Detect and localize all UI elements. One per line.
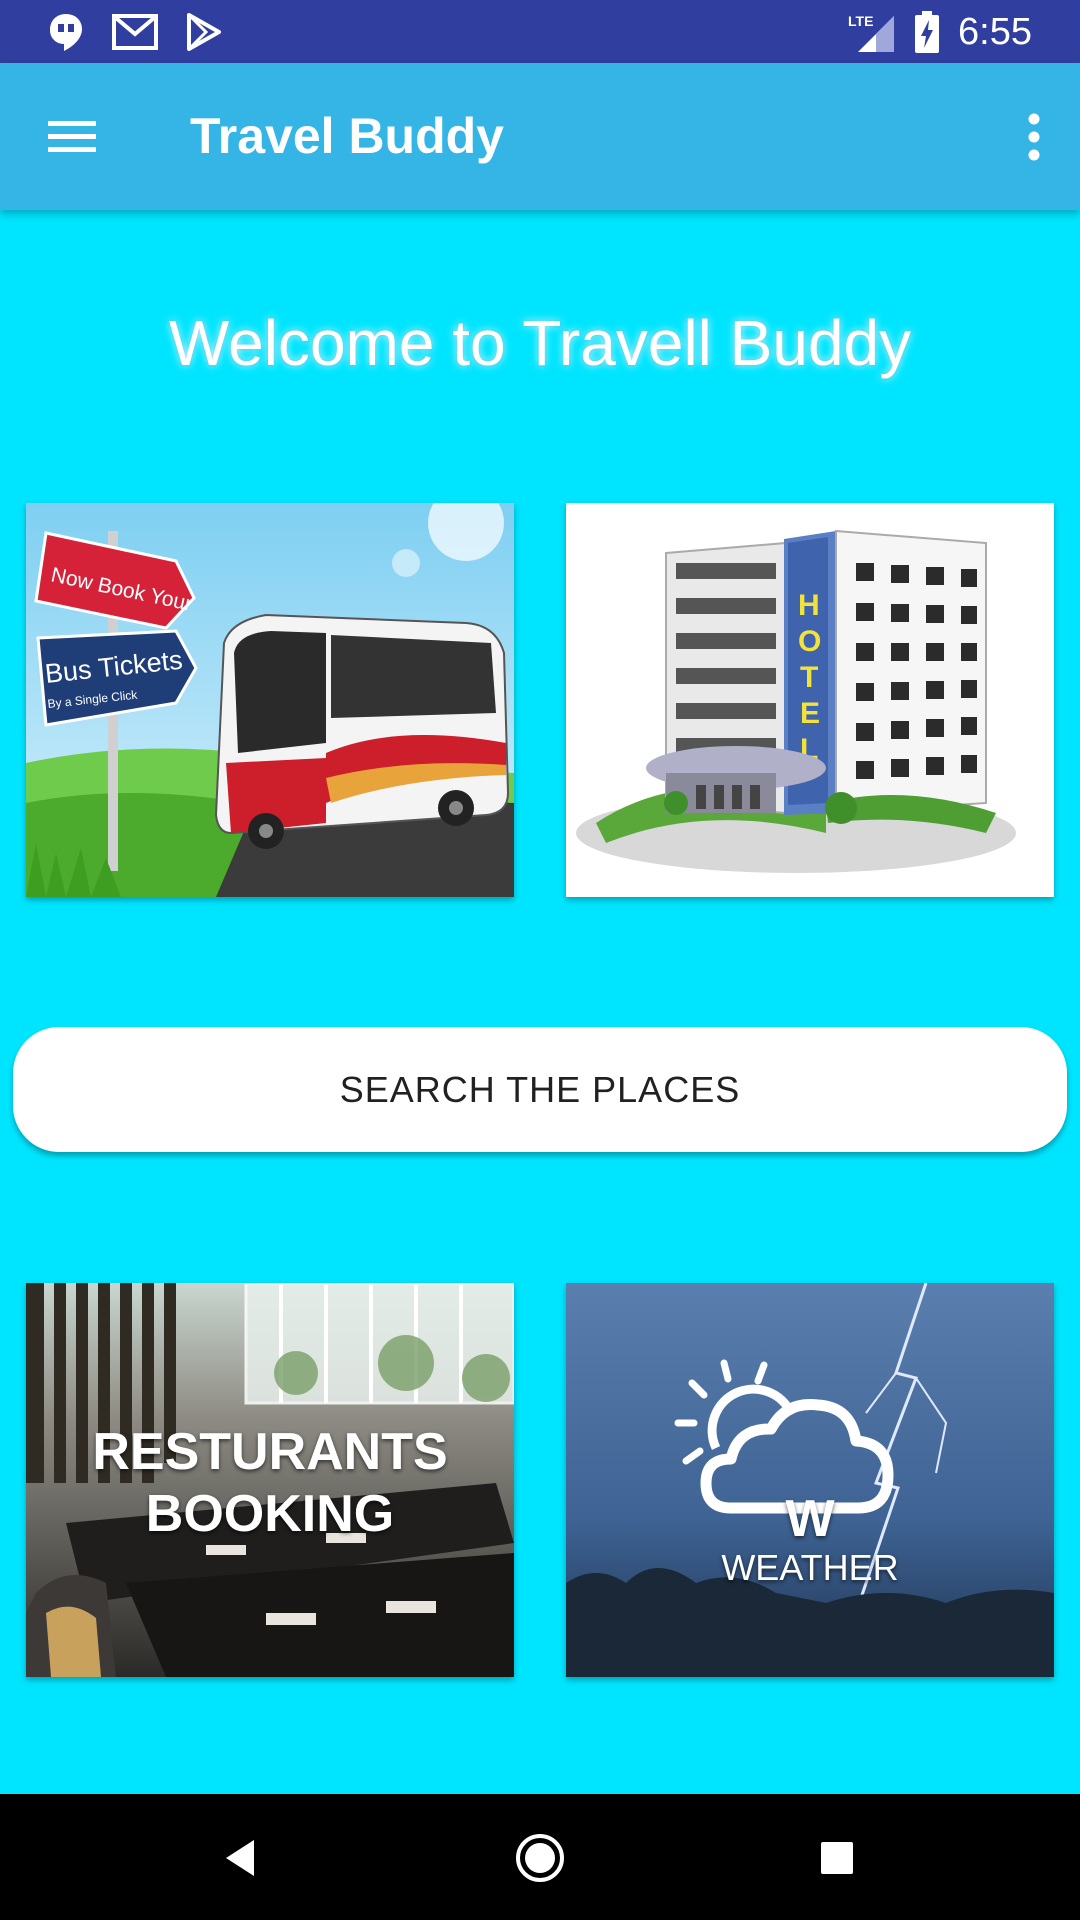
hotel-sign: H [798, 589, 820, 622]
home-icon[interactable] [508, 1826, 572, 1890]
svg-text:T: T [800, 661, 818, 694]
lte-signal-icon: LTE [846, 10, 896, 54]
weather-letter: W [785, 1490, 835, 1548]
gmail-icon [112, 14, 158, 50]
bus-tickets-tile[interactable]: Now Book Your Bus Tickets By a Single Cl… [26, 503, 514, 897]
svg-text:E: E [800, 697, 820, 730]
hamburger-menu-icon[interactable] [40, 109, 104, 165]
recent-apps-icon[interactable] [805, 1826, 869, 1890]
restaurants-caption-line2: BOOKING [145, 1485, 395, 1543]
restaurants-caption: RESTURANTS BOOKING [26, 1421, 514, 1545]
hotel-tile[interactable]: H O T E L [566, 503, 1054, 897]
restaurants-caption-line1: RESTURANTS [92, 1423, 448, 1481]
restaurants-booking-tile[interactable]: RESTURANTS BOOKING [26, 1283, 514, 1677]
navigation-bar [0, 1794, 1080, 1920]
app-title: Travel Buddy [190, 108, 504, 164]
battery-charging-icon [914, 10, 940, 54]
weather-tile[interactable]: W WEATHER [566, 1283, 1054, 1677]
status-bar: LTE 6:55 [0, 0, 1080, 63]
system-icons: LTE 6:55 [846, 6, 1032, 58]
play-store-icon [186, 13, 222, 51]
weather-caption: WEATHER [721, 1547, 899, 1588]
search-places-button[interactable]: SEARCH THE PLACES [13, 1027, 1067, 1152]
svg-text:LTE: LTE [848, 13, 873, 29]
svg-text:O: O [798, 625, 821, 658]
more-vert-icon[interactable] [996, 103, 1056, 171]
notification-icons [48, 10, 222, 54]
hangouts-icon [48, 12, 84, 52]
clock: 6:55 [958, 10, 1032, 53]
app-bar: Travel Buddy [0, 63, 1080, 210]
back-icon[interactable] [210, 1826, 274, 1890]
welcome-heading: Welcome to Travell Buddy [168, 307, 912, 379]
